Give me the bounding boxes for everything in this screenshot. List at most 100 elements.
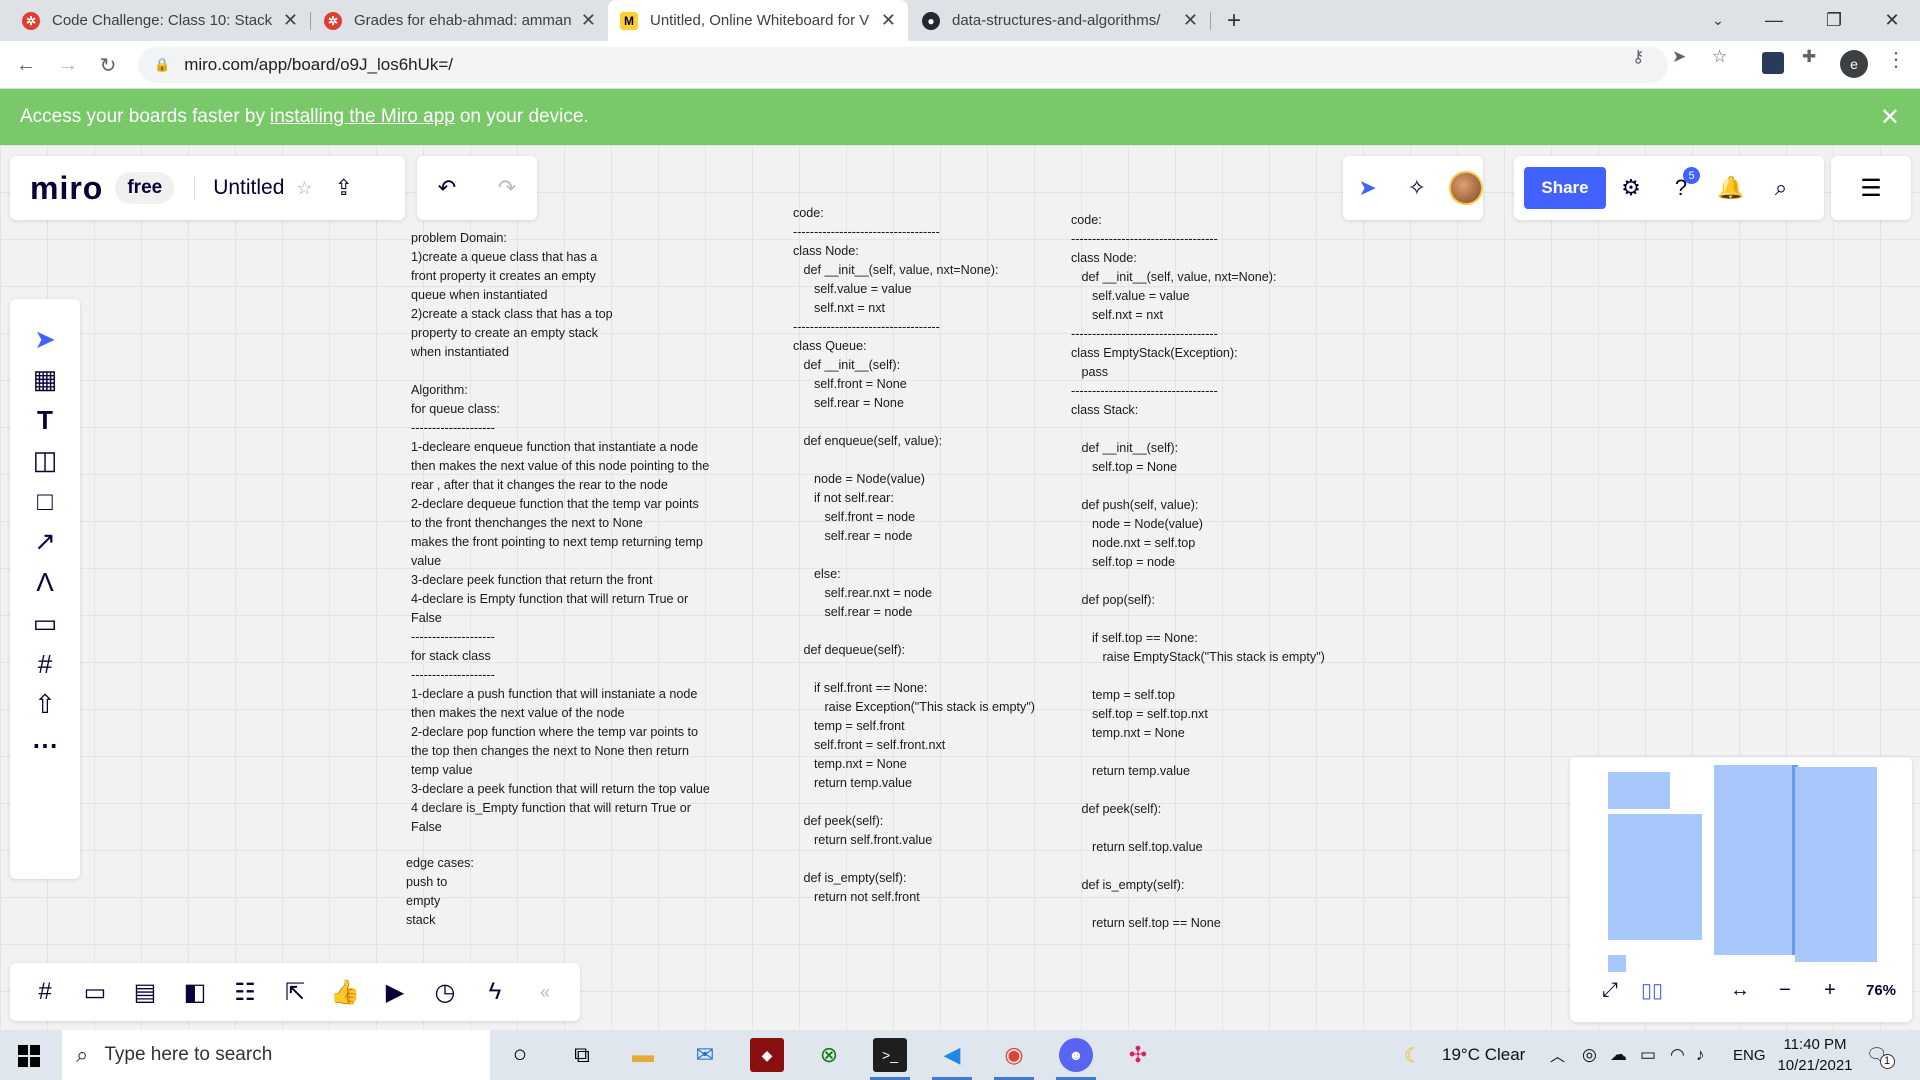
address-bar[interactable]: 🔒 miro.com/app/board/o9J_los6hUk=/ [138,47,1668,83]
new-tab-icon[interactable]: + [1206,0,1262,41]
pen-tool-icon[interactable]: Λ [10,562,80,602]
share-screen-icon[interactable]: ⇱ [275,972,315,1012]
volume-icon[interactable]: ♪ [1696,1030,1705,1080]
close-tab-icon[interactable]: ✕ [283,10,298,31]
video-call-icon[interactable]: ▶ [375,972,415,1012]
stack-code-text[interactable]: code: ----------------------------------… [1071,211,1325,933]
extension-icon[interactable] [1762,52,1784,74]
forward-icon[interactable]: → [54,51,82,79]
profile-avatar[interactable]: e [1840,50,1868,78]
edge-cases-text[interactable]: edge cases: push to empty stack [406,854,474,930]
zoom-in-icon[interactable]: + [1810,972,1850,1008]
language-indicator[interactable]: ENG [1733,1030,1766,1080]
vscode-icon[interactable]: ◀ [935,1038,969,1072]
more-tools-icon[interactable]: ⋯ [10,725,80,765]
zoom-level[interactable]: 76% [1855,972,1907,1008]
tab-github[interactable]: ● data-structures-and-algorithms/ ✕ [910,0,1210,41]
extensions-puzzle-icon[interactable]: ✚ [1802,47,1816,67]
settings-sliders-icon[interactable]: ⚙ [1606,175,1656,201]
back-icon[interactable]: ← [12,51,40,79]
notes-icon[interactable]: ☰ [1831,156,1911,220]
game-app-icon[interactable]: ◆ [750,1038,784,1072]
battery-icon[interactable]: ▭ [1640,1030,1656,1080]
select-cursor-icon[interactable]: ➤ [10,319,80,359]
windows-start-icon[interactable] [18,1045,40,1067]
discord-icon[interactable]: ☻ [1059,1038,1093,1072]
reload-icon[interactable]: ↻ [94,51,122,79]
chrome-icon[interactable]: ◉ [997,1038,1031,1072]
close-tab-icon[interactable]: ✕ [1183,10,1198,31]
help-icon[interactable]: ? 5 [1656,167,1706,201]
close-banner-icon[interactable]: ✕ [1880,103,1900,132]
close-tab-icon[interactable]: ✕ [581,10,596,31]
tab-grades[interactable]: ✲ Grades for ehab-ahmad: amman ✕ [312,0,608,41]
timer-icon[interactable]: ◷ [425,972,465,1012]
board-title[interactable]: Untitled [194,176,284,200]
file-explorer-icon[interactable]: ▬ [626,1038,660,1072]
redo-icon[interactable]: ↷ [477,175,537,201]
close-tab-icon[interactable]: ✕ [881,10,896,31]
whiteboard-canvas[interactable]: problem Domain: 1)create a queue class t… [0,145,1920,1030]
bell-icon[interactable]: 🔔 [1706,175,1756,201]
templates-icon[interactable]: ▦ [10,359,80,399]
onedrive-cloud-icon[interactable]: ☁ [1610,1030,1627,1080]
clock[interactable]: 11:40 PM 10/21/2021 [1770,1030,1860,1080]
tray-device-icon[interactable]: ◎ [1582,1030,1597,1080]
reactions-icon[interactable]: ✧ [1392,175,1441,201]
weather-moon-icon[interactable]: ☾ [1404,1030,1422,1080]
frame-tool-icon[interactable]: # [10,644,80,684]
mail-icon[interactable]: ✉ [688,1038,722,1072]
zoom-out-icon[interactable]: − [1765,972,1805,1008]
comment-icon[interactable]: ▭ [10,603,80,643]
apps-lightning-icon[interactable]: ϟ [475,972,515,1012]
menu-kebab-icon[interactable]: ⋮ [1886,47,1906,72]
sticky-note-icon[interactable]: ◫ [10,440,80,480]
close-window-icon[interactable]: ✕ [1864,0,1920,41]
minimap[interactable]: ⤢ ▯▯ ↔ − + 76% [1570,757,1912,1022]
presentation-icon[interactable]: ▭ [75,972,115,1012]
map-icon[interactable]: ▯▯ [1632,972,1672,1008]
frames-icon[interactable]: # [25,972,65,1012]
queue-code-text[interactable]: code: ----------------------------------… [793,204,1035,907]
tab-search-icon[interactable]: ⌄ [1690,0,1746,41]
task-view-icon[interactable]: ⧉ [565,1038,599,1072]
collapse-chevron-icon[interactable]: « [525,972,565,1012]
user-avatar[interactable] [1449,171,1483,205]
connection-line-icon[interactable]: ↗ [10,521,80,561]
comments-icon[interactable]: ▤ [125,972,165,1012]
problem-domain-text[interactable]: problem Domain: 1)create a queue class t… [411,229,710,837]
slack-icon[interactable]: ✣ [1121,1038,1155,1072]
send-icon[interactable]: ➤ [1672,47,1686,67]
plan-badge[interactable]: free [115,172,175,204]
search-icon[interactable]: ⌕ [1756,175,1806,201]
text-tool-icon[interactable]: T [10,400,80,440]
install-app-link[interactable]: installing the Miro app [270,106,455,128]
notification-center-icon[interactable]: 🗨 1 [1866,1030,1895,1080]
minimize-icon[interactable]: — [1746,0,1802,41]
tab-miro-whiteboard[interactable]: M Untitled, Online Whiteboard for V ✕ [608,0,908,41]
attention-pointer-icon[interactable]: ➤ [1343,175,1392,201]
terminal-icon[interactable]: >_ [873,1038,907,1072]
miro-logo[interactable]: miro [30,170,103,207]
shape-tool-icon[interactable]: □ [10,481,80,521]
upload-icon[interactable]: ⇧ [10,684,80,724]
voting-thumb-icon[interactable]: 👍 [325,972,365,1012]
cortana-icon[interactable]: ○ [503,1038,537,1072]
export-icon[interactable]: ⇪ [335,175,353,201]
xbox-icon[interactable]: ⊗ [812,1038,846,1072]
key-icon[interactable]: ⚷ [1632,47,1644,67]
show-hidden-icons-chevron-icon[interactable]: ︿ [1550,1030,1565,1080]
taskbar-search[interactable]: ⌕ Type here to search [62,1030,490,1080]
wifi-icon[interactable]: ◠ [1670,1030,1685,1080]
tab-code-challenge[interactable]: ✲ Code Challenge: Class 10: Stack a ✕ [10,0,310,41]
share-button[interactable]: Share [1524,167,1606,209]
undo-icon[interactable]: ↶ [417,175,477,201]
weather-text[interactable]: 19°C Clear [1442,1030,1525,1080]
cards-icon[interactable]: ☷ [225,972,265,1012]
restore-icon[interactable]: ❐ [1806,0,1862,41]
fit-to-screen-icon[interactable]: ↔ [1720,972,1760,1008]
fullscreen-icon[interactable]: ⤢ [1590,972,1630,1008]
chat-icon[interactable]: ◧ [175,972,215,1012]
star-icon[interactable]: ☆ [296,178,312,199]
bookmark-star-icon[interactable]: ☆ [1712,47,1727,67]
